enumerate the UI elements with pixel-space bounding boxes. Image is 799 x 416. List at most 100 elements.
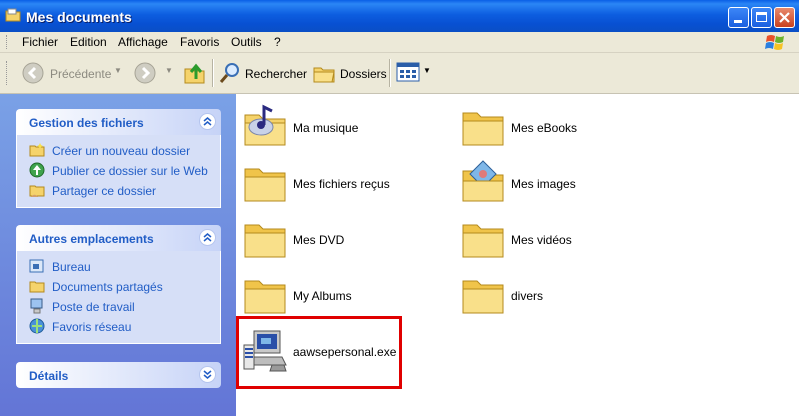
file-tasks-title: Gestion des fichiers <box>29 116 144 130</box>
place-label: Poste de travail <box>52 300 135 314</box>
file-tasks-body: Créer un nouveau dossier Publier ce doss… <box>16 135 221 208</box>
menu-edition[interactable]: Edition <box>70 35 107 49</box>
folders-icon <box>313 67 335 83</box>
folders-label: Dossiers <box>340 67 387 81</box>
file-name: Mes vidéos <box>511 233 572 247</box>
folder-icon <box>244 168 286 202</box>
desktop-icon <box>29 259 44 273</box>
new-folder-icon <box>29 143 45 157</box>
task-label: Publier ce dossier sur le Web <box>52 164 208 178</box>
menu-favoris[interactable]: Favoris <box>180 35 219 49</box>
task-pane: Gestion des fichiers Créer un nouveau do… <box>0 94 236 416</box>
place-label: Documents partagés <box>52 280 163 294</box>
toolbar-separator <box>212 59 214 87</box>
file-name: Mes DVD <box>293 233 345 247</box>
task-publish-web[interactable]: Publier ce dossier sur le Web <box>29 161 220 181</box>
shared-folder-icon <box>29 281 45 293</box>
file-name: Ma musique <box>293 121 359 135</box>
place-desktop[interactable]: Bureau <box>29 257 220 277</box>
views-dropdown-icon: ▼ <box>423 66 431 75</box>
folders-button[interactable]: Dossiers <box>312 61 387 85</box>
file-item-mes-images[interactable]: Mes images <box>454 153 654 209</box>
forward-dropdown-icon[interactable]: ▼ <box>165 66 173 75</box>
other-places-header[interactable]: Autres emplacements <box>16 225 221 251</box>
file-item-mes-ebooks[interactable]: Mes eBooks <box>454 97 654 153</box>
task-share-folder[interactable]: Partager ce dossier <box>29 181 220 201</box>
maximize-icon <box>756 12 767 22</box>
collapse-chevron-icon[interactable] <box>199 113 216 130</box>
place-label: Favoris réseau <box>52 320 132 334</box>
toolbar-separator <box>389 59 391 87</box>
file-item-my-albums[interactable]: My Albums <box>236 265 436 321</box>
other-places-panel: Autres emplacements Bureau Documents par… <box>16 225 221 344</box>
forward-arrow-icon <box>134 62 156 84</box>
standard-toolbar: Précédente ▼ ▼ Rechercher Dossiers ▼ <box>0 53 799 94</box>
publish-web-icon <box>29 162 45 178</box>
music-folder-icon <box>244 104 286 146</box>
place-shared-documents[interactable]: Documents partagés <box>29 277 220 297</box>
search-label: Rechercher <box>245 67 308 81</box>
other-places-body: Bureau Documents partagés Poste de trava… <box>16 251 221 344</box>
search-icon <box>219 63 239 83</box>
menu-bar: Fichier Edition Affichage Favoris Outils… <box>0 32 799 53</box>
folder-icon <box>462 280 504 314</box>
menu-help[interactable]: ? <box>274 35 281 49</box>
close-button[interactable] <box>774 7 795 28</box>
folder-icon <box>5 8 21 22</box>
task-new-folder[interactable]: Créer un nouveau dossier <box>29 141 220 161</box>
file-name: Mes eBooks <box>511 121 578 135</box>
computer-icon <box>30 298 43 314</box>
pictures-folder-icon <box>462 160 504 202</box>
file-item-ma-musique[interactable]: Ma musique <box>236 97 436 153</box>
folder-icon <box>462 224 504 258</box>
file-tasks-header[interactable]: Gestion des fichiers <box>16 109 221 135</box>
details-header[interactable]: Détails <box>16 362 221 388</box>
back-button[interactable]: Précédente ▼ <box>22 62 122 84</box>
menu-grip[interactable] <box>6 35 10 49</box>
folder-icon <box>462 112 504 146</box>
folder-icon <box>244 224 286 258</box>
file-item-divers[interactable]: divers <box>454 265 654 321</box>
file-item-mes-fichiers-recus[interactable]: Mes fichiers reçus <box>236 153 436 209</box>
menu-fichier[interactable]: Fichier <box>22 35 58 49</box>
task-label: Créer un nouveau dossier <box>52 144 191 158</box>
expand-chevron-icon[interactable] <box>199 366 216 383</box>
up-folder-icon[interactable] <box>183 61 207 85</box>
other-places-title: Autres emplacements <box>29 232 154 246</box>
menu-outils[interactable]: Outils <box>231 35 262 49</box>
place-label: Bureau <box>52 260 91 274</box>
windows-logo-icon <box>765 35 784 50</box>
file-name: My Albums <box>293 289 352 303</box>
network-icon <box>29 318 45 334</box>
folder-icon <box>244 280 286 314</box>
details-panel: Détails <box>16 362 221 388</box>
back-dropdown-icon[interactable]: ▼ <box>114 66 122 75</box>
search-button[interactable]: Rechercher <box>218 61 308 85</box>
file-item-mes-dvd[interactable]: Mes DVD <box>236 209 436 265</box>
window-title: Mes documents <box>26 9 132 25</box>
file-name: Mes images <box>511 177 576 191</box>
place-my-computer[interactable]: Poste de travail <box>29 297 220 317</box>
file-name: divers <box>511 289 544 303</box>
share-folder-icon <box>29 185 45 197</box>
details-title: Détails <box>29 369 69 383</box>
file-item-mes-videos[interactable]: Mes vidéos <box>454 209 654 265</box>
title-bar[interactable]: Mes documents <box>0 0 799 32</box>
back-label: Précédente <box>50 67 112 81</box>
place-network[interactable]: Favoris réseau <box>29 317 220 337</box>
toolbar-grip[interactable] <box>6 61 10 85</box>
minimize-icon <box>734 20 742 23</box>
task-label: Partager ce dossier <box>52 184 157 198</box>
file-name: Mes fichiers reçus <box>293 177 390 191</box>
views-button[interactable]: ▼ <box>396 62 432 84</box>
minimize-button[interactable] <box>728 7 749 28</box>
back-arrow-icon <box>22 62 44 84</box>
maximize-button[interactable] <box>751 7 772 28</box>
forward-button[interactable]: ▼ <box>134 62 174 84</box>
menu-affichage[interactable]: Affichage <box>118 35 168 49</box>
highlight-box <box>236 316 402 389</box>
collapse-chevron-icon[interactable] <box>199 229 216 246</box>
file-tasks-panel: Gestion des fichiers Créer un nouveau do… <box>16 109 221 208</box>
views-icon <box>396 62 420 82</box>
close-icon <box>779 12 790 23</box>
